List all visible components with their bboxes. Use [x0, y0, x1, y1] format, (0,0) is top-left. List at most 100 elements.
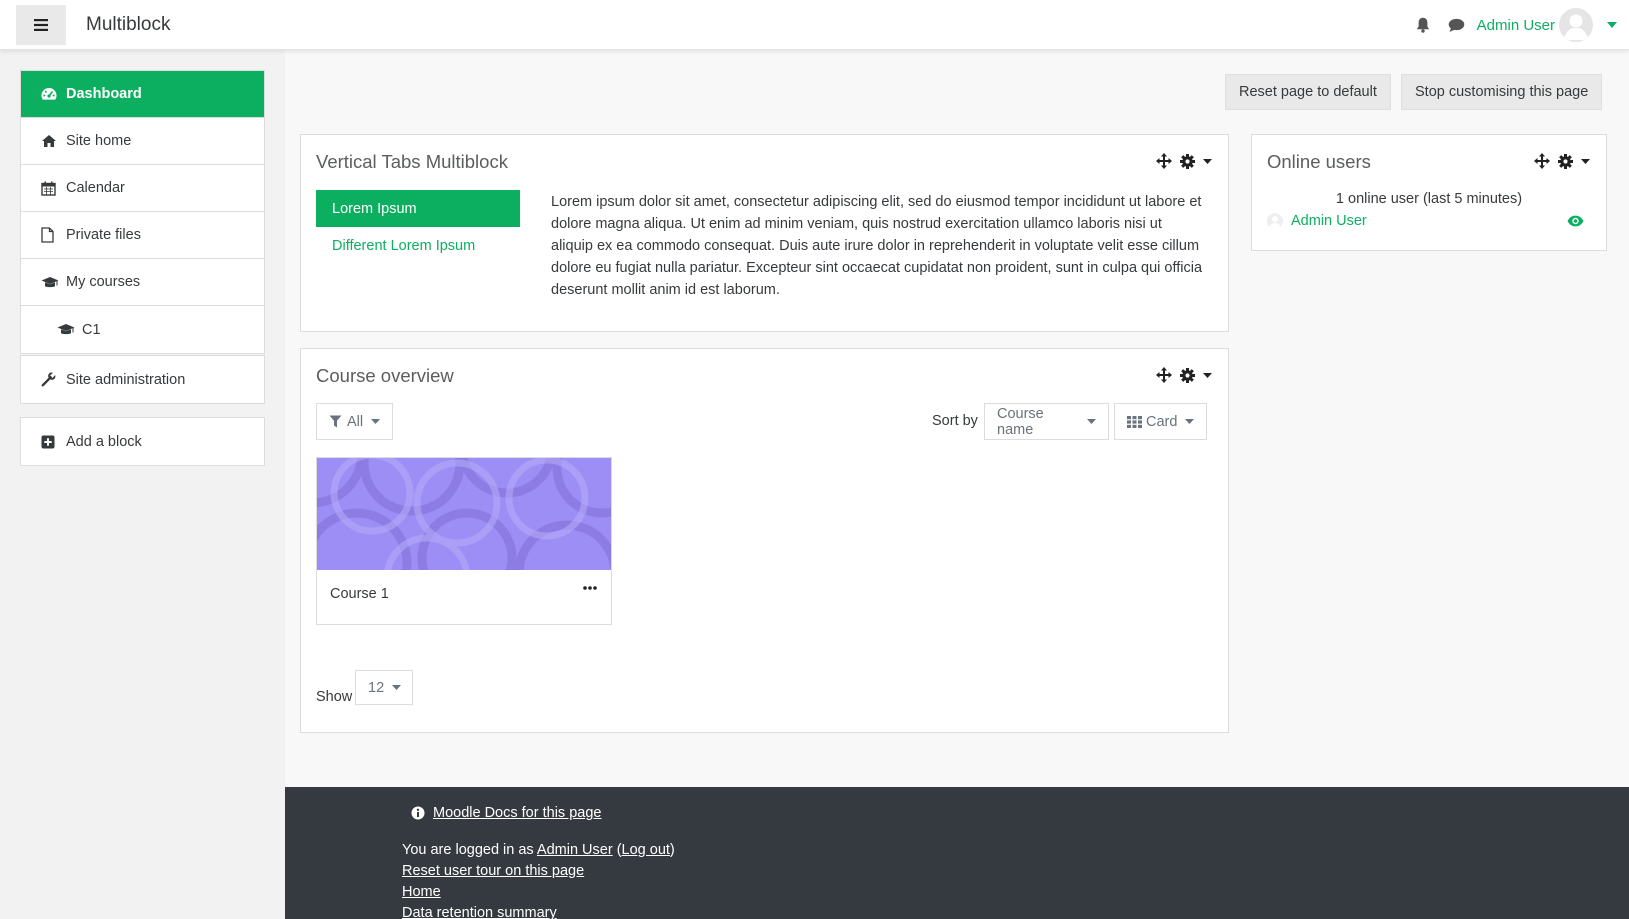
online-user-name: Admin User	[1291, 213, 1367, 229]
reset-user-tour-link[interactable]: Reset user tour on this page	[402, 863, 584, 879]
hamburger-icon	[34, 19, 48, 31]
chevron-down-icon	[1185, 419, 1195, 424]
logout-link[interactable]: Log out	[622, 842, 670, 858]
show-label: Show	[316, 689, 353, 705]
chevron-down-icon	[392, 685, 402, 690]
home-line: Home	[402, 884, 441, 900]
block-controls	[1148, 367, 1212, 383]
chevron-down-icon[interactable]	[1203, 158, 1212, 164]
gear-icon[interactable]	[1558, 153, 1573, 169]
logged-in-line: You are logged in as Admin User (Log out…	[402, 842, 675, 858]
logged-in-user-link[interactable]: Admin User	[537, 842, 613, 858]
sort-dropdown[interactable]: Course name	[984, 403, 1109, 440]
user-nav: Admin User	[1416, 8, 1617, 42]
nav-item-label: C1	[82, 321, 101, 338]
multiblock-block: Vertical Tabs Multiblock Lorem Ipsum Dif…	[300, 134, 1229, 332]
nav-item-dashboard[interactable]: Dashboard	[21, 71, 264, 118]
online-user-count: 1 online user (last 5 minutes)	[1335, 191, 1523, 207]
user-avatar[interactable]	[1559, 8, 1593, 42]
logged-in-prefix: You are logged in as	[402, 842, 534, 858]
info-circle-icon	[411, 806, 425, 820]
move-arrows-icon[interactable]	[1156, 367, 1172, 383]
block-title: Online users	[1267, 151, 1371, 172]
eye-icon[interactable]	[1567, 215, 1584, 227]
nav-item-private-files[interactable]: Private files	[21, 212, 264, 259]
drawer-toggle-button[interactable]	[16, 5, 66, 45]
gear-icon[interactable]	[1180, 367, 1195, 383]
nav-drawer: Dashboard Site home Calendar Private fil…	[0, 50, 285, 919]
chevron-down-icon	[371, 419, 381, 424]
data-retention-link[interactable]: Data retention summary	[402, 905, 557, 919]
user-avatar	[1267, 213, 1283, 229]
course-card[interactable]: Course 1	[316, 457, 612, 625]
grid-icon	[1127, 415, 1142, 428]
move-arrows-icon[interactable]	[1534, 153, 1550, 169]
nav-item-label: Private files	[66, 227, 141, 243]
course-name-link[interactable]: Course 1	[330, 586, 389, 602]
block-controls	[1148, 153, 1212, 169]
tab-lorem-ipsum[interactable]: Lorem Ipsum	[316, 190, 520, 227]
main-nav-list: Dashboard Site home Calendar Private fil…	[20, 70, 265, 354]
user-menu-name[interactable]: Admin User	[1477, 17, 1555, 34]
chevron-down-icon	[1087, 419, 1096, 424]
user-menu-caret-icon[interactable]	[1607, 22, 1617, 28]
filter-icon	[329, 415, 342, 428]
plus-square-icon	[41, 435, 59, 449]
chevron-down-icon[interactable]	[1581, 158, 1590, 164]
sort-value: Course name	[997, 405, 1044, 438]
notifications-bell-icon[interactable]	[1416, 17, 1430, 33]
nav-item-label: Dashboard	[66, 86, 142, 102]
add-block-button[interactable]: Add a block	[21, 418, 264, 465]
add-block-nav-list: Add a block	[20, 417, 265, 466]
file-icon	[41, 227, 59, 243]
graduation-cap-icon	[57, 323, 75, 336]
reset-page-button[interactable]: Reset page to default	[1225, 74, 1391, 110]
filter-dropdown[interactable]: All	[316, 403, 394, 440]
nav-item-site-home[interactable]: Site home	[21, 118, 264, 165]
page-footer: Moodle Docs for this page You are logged…	[285, 787, 1629, 919]
page-size-value: 12	[368, 679, 385, 696]
nav-item-course-c1[interactable]: C1	[21, 306, 264, 353]
filter-value: All	[347, 413, 364, 430]
home-link[interactable]: Home	[402, 884, 441, 900]
view-value: Card	[1146, 413, 1178, 430]
move-arrows-icon[interactable]	[1156, 153, 1172, 169]
nav-item-label: Site home	[66, 133, 132, 149]
block-title: Vertical Tabs Multiblock	[316, 151, 508, 172]
sort-by-label: Sort by	[932, 413, 978, 429]
site-brand[interactable]: Multiblock	[86, 14, 170, 36]
wrench-icon	[41, 372, 59, 387]
moodle-docs-link[interactable]: Moodle Docs for this page	[433, 805, 601, 821]
dashboard-icon	[41, 87, 59, 101]
nav-item-label: Site administration	[66, 371, 186, 388]
nav-item-my-courses[interactable]: My courses	[21, 259, 264, 306]
calendar-icon	[41, 181, 59, 196]
gear-icon[interactable]	[1180, 153, 1195, 169]
online-user-item[interactable]: Admin User	[1267, 213, 1367, 229]
nav-item-site-administration[interactable]: Site administration	[21, 356, 264, 403]
nav-item-label: Add a block	[66, 433, 142, 450]
admin-nav-list: Site administration	[20, 355, 265, 404]
more-actions-icon[interactable]	[583, 586, 597, 590]
block-title: Course overview	[316, 365, 454, 386]
nav-item-label: Calendar	[66, 180, 125, 196]
block-controls	[1526, 153, 1590, 169]
nav-item-calendar[interactable]: Calendar	[21, 165, 264, 212]
tab-different-lorem-ipsum[interactable]: Different Lorem Ipsum	[316, 227, 520, 264]
messages-chat-icon[interactable]	[1448, 18, 1465, 33]
course-image[interactable]	[317, 458, 611, 570]
chevron-down-icon[interactable]	[1203, 372, 1212, 378]
view-dropdown[interactable]: Card	[1114, 403, 1207, 440]
home-icon	[41, 134, 59, 148]
docs-line: Moodle Docs for this page	[411, 805, 601, 821]
reset-tour-line: Reset user tour on this page	[402, 863, 584, 879]
course-overview-block: Course overview All Sort by Course name	[300, 348, 1229, 733]
graduation-cap-icon	[41, 276, 59, 289]
page-size-dropdown[interactable]: 12	[355, 670, 413, 705]
tab-content-text: Lorem ipsum dolor sit amet, consectetur …	[551, 194, 1203, 298]
online-users-block: Online users 1 online user (last 5 minut…	[1251, 134, 1607, 251]
data-retention-line: Data retention summary	[402, 905, 557, 919]
stop-customising-button[interactable]: Stop customising this page	[1401, 74, 1603, 110]
main-region: Reset page to default Stop customising t…	[285, 50, 1629, 787]
nav-item-label: My courses	[66, 274, 141, 290]
